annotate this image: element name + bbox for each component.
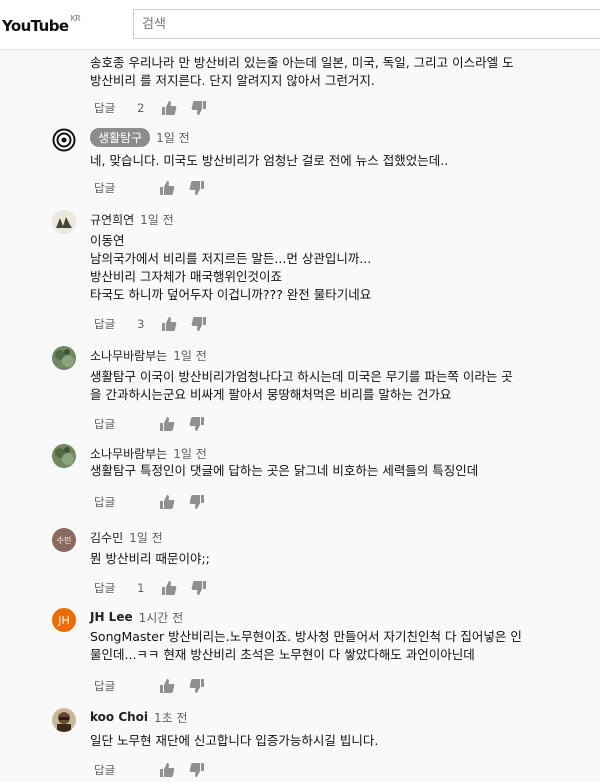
avatar[interactable]: 수민 [52,528,76,552]
comment-text: 송호종 우리나라 만 방산비리 있는줄 아는데 일본, 미국, 독일, 그리고 … [90,55,514,88]
comment-time[interactable]: 1일 전 [156,129,190,146]
comment-actions: 답글 [94,416,219,432]
avatar-initials: 수민 [56,535,72,545]
author-name[interactable]: 생활탐구 [90,127,151,147]
comment-text: 뭔 방산비리 때문이야;; [90,551,210,566]
comment-time[interactable]: 1시간 전 [139,609,184,626]
avatar[interactable] [52,708,76,732]
thumbs-down-icon[interactable] [189,416,205,432]
region-label: KR [70,14,81,23]
thumbs-up-icon[interactable] [159,678,175,694]
comment-actions: 답글 [94,180,219,196]
search-input[interactable] [133,9,600,39]
reply-button[interactable]: 답글 [94,316,115,332]
comment-time[interactable]: 1일 전 [129,529,163,546]
thumbs-down-icon[interactable] [189,180,205,196]
author-row: 소나무바람부는 1일 전 [90,346,207,364]
author-name[interactable]: 김수민 [90,529,123,546]
comment-time[interactable]: 1일 전 [173,347,207,364]
comment-text: 일단 노무현 재단에 신고합니다 입증가능하시길 빕니다. [90,733,379,748]
thumbs-down-icon[interactable] [191,580,207,596]
comment-actions: 답글 [94,494,219,510]
thumbs-down-icon[interactable] [189,678,205,694]
comment-list: 송호종 우리나라 만 방산비리 있는줄 아는데 일본, 미국, 독일, 그리고 … [0,50,600,782]
thumbs-down-icon[interactable] [191,100,207,116]
reply-button[interactable]: 답글 [94,678,115,694]
thumbs-up-icon[interactable] [161,580,177,596]
avatar[interactable] [52,346,76,370]
thumbs-down-icon[interactable] [189,494,205,510]
comment-actions: 답글 3 [94,316,221,332]
author-row: 김수민 1일 전 [90,528,163,546]
comment-text: 생활탐구 이국이 방산비리가엄청나다고 하시는데 미국은 무기를 파는쪽 이라는… [90,369,513,402]
thumbs-up-icon[interactable] [161,100,177,116]
author-row: 규연희연 1일 전 [90,210,174,228]
avatar-initials: JH [58,613,70,627]
author-name[interactable]: 규연희연 [90,211,134,228]
reply-button[interactable]: 답글 [94,494,115,510]
thumbs-up-icon[interactable] [159,416,175,432]
reply-button[interactable]: 답글 [94,762,115,778]
comment-text: 네, 맞습니다. 미국도 방산비리가 엄청난 걸로 전에 뉴스 접했었는데.. [90,153,449,168]
author-name[interactable]: JH Lee [90,610,133,624]
reply-button[interactable]: 답글 [94,416,115,432]
comment-time[interactable]: 1초 전 [154,709,188,726]
author-row: 소나무바람부는 1일 전 [90,444,207,462]
reply-button[interactable]: 답글 [94,580,115,596]
thumbs-up-icon[interactable] [159,180,175,196]
logo-text: YouTube [2,17,69,35]
comment-time[interactable]: 1일 전 [140,211,174,228]
comment-text: 생활탐구 특정인이 댓글에 답하는 곳은 닭그네 비호하는 세력들의 특징인데 [90,463,479,478]
comment-actions: 답글 2 [94,100,221,116]
comment-text: 이동연 남의국가에서 비리를 저지르든 말든...먼 상관입니까... 방산비리… [90,233,372,302]
youtube-logo[interactable]: YouTube KR [2,14,81,35]
comment-actions: 답글 [94,678,219,694]
comment-text: SongMaster 방산비리는.노무현이죠. 방사청 만들어서 자기친인척 다… [90,629,522,662]
avatar[interactable] [52,210,76,234]
thumbs-down-icon[interactable] [189,762,205,778]
author-name[interactable]: 소나무바람부는 [90,347,167,364]
author-row: JH Lee 1시간 전 [90,608,183,626]
comment-actions: 답글 [94,762,219,778]
like-count: 1 [137,581,145,595]
thumbs-up-icon[interactable] [159,762,175,778]
author-row: koo Choi 1초 전 [90,708,188,726]
thumbs-down-icon[interactable] [191,316,207,332]
like-count: 3 [137,317,145,331]
avatar[interactable]: JH [52,608,76,632]
avatar[interactable] [52,128,76,152]
author-name[interactable]: koo Choi [90,710,148,724]
top-bar: YouTube KR [0,0,600,50]
reply-button[interactable]: 답글 [94,100,115,116]
thumbs-up-icon[interactable] [161,316,177,332]
author-name[interactable]: 소나무바람부는 [90,445,167,462]
like-count: 2 [137,101,145,115]
author-row: 생활탐구 1일 전 [90,127,190,147]
comment-actions: 답글 1 [94,580,221,596]
reply-button[interactable]: 답글 [94,180,115,196]
avatar[interactable] [52,444,76,468]
thumbs-up-icon[interactable] [159,494,175,510]
comment-time[interactable]: 1일 전 [173,445,207,462]
